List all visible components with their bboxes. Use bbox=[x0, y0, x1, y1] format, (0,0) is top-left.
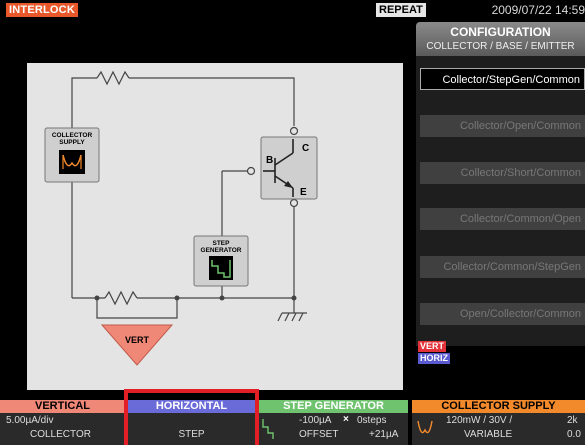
config-option-collector-short-common[interactable]: Collector/Short/Common bbox=[420, 162, 585, 184]
terminal-c-label: C bbox=[302, 143, 309, 154]
collector-supply-mini-icon bbox=[417, 420, 433, 434]
configuration-subtitle: COLLECTOR / BASE / EMITTER bbox=[426, 41, 575, 52]
bottom-resistor bbox=[104, 290, 138, 306]
circuit-diagram: B C E COLLECTOR SUPPLY STEP GENERATOR VE… bbox=[27, 63, 403, 390]
step-count: 0steps bbox=[357, 415, 387, 426]
configuration-header: CONFIGURATION COLLECTOR / BASE / EMITTER bbox=[416, 22, 585, 56]
repeat-indicator: REPEAT bbox=[376, 3, 426, 17]
vert-label: VERT bbox=[125, 335, 150, 345]
step-generator-title: STEP GENERATOR bbox=[259, 400, 408, 413]
collector-supply-settings: 120mW / 30V / bbox=[446, 415, 513, 426]
step-gen-label-2: GENERATOR bbox=[201, 247, 242, 254]
times-symbol: × bbox=[343, 414, 349, 425]
collector-supply-title: COLLECTOR SUPPLY bbox=[412, 400, 585, 413]
horizontal-highlight-frame bbox=[124, 389, 259, 445]
step-generator-mini-icon bbox=[262, 419, 274, 439]
config-option-open-collector-common[interactable]: Open/Collector/Common bbox=[420, 303, 585, 325]
collector-supply-label-2: SUPPLY bbox=[59, 139, 85, 146]
step-gen-label-1: STEP bbox=[213, 240, 231, 247]
legend-horiz: HORIZ bbox=[418, 353, 450, 364]
vertical-title: VERTICAL bbox=[0, 400, 125, 413]
offset-value: +21µA bbox=[369, 429, 399, 440]
collector-terminal bbox=[289, 126, 299, 136]
emitter-terminal bbox=[289, 198, 299, 208]
terminal-e-label: E bbox=[300, 187, 307, 198]
top-resistor bbox=[96, 70, 130, 86]
vertical-panel[interactable]: VERTICAL 5.00µA/div COLLECTOR bbox=[0, 400, 125, 445]
collector-supply-mode: VARIABLE bbox=[464, 429, 513, 440]
config-option-collector-common-stepgen[interactable]: Collector/Common/StepGen bbox=[420, 256, 585, 278]
step-generator-panel[interactable]: STEP GENERATOR -100µA × 0steps OFFSET +2… bbox=[259, 400, 408, 445]
datetime-readout: 2009/07/22 14:59 bbox=[491, 3, 585, 17]
vertical-scale: 5.00µA/div bbox=[6, 415, 54, 426]
vert-probe-triangle bbox=[100, 324, 174, 366]
configuration-title: CONFIGURATION bbox=[450, 25, 551, 39]
terminal-b-label: B bbox=[266, 155, 273, 166]
collector-supply-resistance: 2k bbox=[567, 415, 578, 426]
collector-supply-value: 0.0 bbox=[567, 429, 581, 440]
config-option-collector-common-open[interactable]: Collector/Common/Open bbox=[420, 208, 585, 230]
config-option-collector-open-common[interactable]: Collector/Open/Common bbox=[420, 115, 585, 137]
collector-supply-panel[interactable]: COLLECTOR SUPPLY 120mW / 30V / 2k VARIAB… bbox=[412, 400, 585, 445]
vertical-source: COLLECTOR bbox=[30, 429, 91, 440]
offset-label: OFFSET bbox=[299, 429, 339, 440]
collector-supply-label-1: COLLECTOR bbox=[52, 132, 93, 139]
legend-vert: VERT bbox=[418, 341, 447, 352]
circuit-schematic: B C E COLLECTOR SUPPLY STEP GENERATOR VE… bbox=[44, 70, 318, 366]
config-option-collector-stepgen-common[interactable]: Collector/StepGen/Common bbox=[420, 68, 585, 90]
step-amplitude: -100µA bbox=[299, 415, 332, 426]
base-terminal bbox=[246, 166, 256, 176]
interlock-indicator: INTERLOCK bbox=[6, 3, 78, 17]
